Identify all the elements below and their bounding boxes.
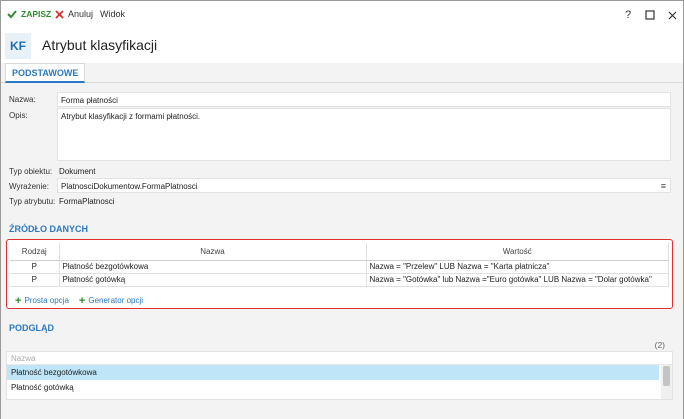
table-row[interactable]: P Płatność gotówką Nazwa = "Gotówka" lub… [10, 273, 669, 287]
column-header-name[interactable]: Nazwa [59, 243, 367, 261]
description-value: Atrybut klasyfikacji z formami płatności… [61, 112, 201, 121]
cell-value: Nazwa = "Gotówka" lub Nazwa ="Euro gotów… [366, 273, 669, 287]
name-label: Nazwa: [9, 95, 36, 104]
view-label: Widok [100, 9, 126, 19]
expression-label: Wyrażenie: [9, 182, 49, 191]
plus-icon: + [15, 294, 22, 307]
add-generator-option-button[interactable]: + Generator opcji [78, 294, 144, 307]
object-badge: KF [5, 33, 31, 59]
cell-name: Płatność bezgotówkowa [59, 260, 367, 274]
attribute-type-value: FormaPlatnosci [59, 197, 115, 206]
close-window-icon [668, 11, 676, 19]
save-button[interactable]: ZAPISZ [7, 7, 51, 21]
tab-basic[interactable]: PODSTAWOWE [5, 63, 86, 83]
expression-value: PlatnosciDokumentow.FormaPlatnosci [61, 182, 198, 191]
cancel-label: Anuluj [68, 9, 94, 19]
close-icon [55, 9, 64, 19]
attribute-type-label: Typ atrybutu: [9, 197, 56, 206]
name-field[interactable]: Forma płatności [57, 92, 671, 107]
data-source-title: ŹRÓDŁO DANYCH [9, 224, 88, 234]
preview-title: PODGLĄD [9, 323, 54, 333]
scrollbar[interactable] [661, 365, 672, 399]
view-menu-button[interactable]: Widok [100, 7, 125, 21]
menu-lines-icon[interactable]: ≡ [661, 181, 666, 191]
preview-list: Nazwa Płatność bezgotówkowa Płatność got… [6, 351, 673, 400]
cell-value: Nazwa = "Przelew" LUB Nazwa = "Karta pła… [366, 260, 669, 274]
data-source-grid: Rodzaj Nazwa Wartość P Płatność bezgotów… [6, 239, 673, 309]
column-header-value[interactable]: Wartość [366, 243, 669, 261]
page-title: Atrybut klasyfikacji [42, 37, 158, 53]
add-generator-option-label: Generator opcji [88, 296, 144, 305]
column-header-kind[interactable]: Rodzaj [10, 243, 60, 261]
close-window-button[interactable] [665, 8, 679, 22]
add-simple-option-label: Prosta opcja [24, 296, 69, 305]
cell-name: Płatność gotówką [59, 273, 367, 287]
grid-actions: + Prosta opcja + Generator opcji [15, 294, 144, 307]
cell-kind: P [10, 260, 60, 274]
cancel-button[interactable]: Anuluj [55, 7, 93, 21]
maximize-icon [645, 10, 655, 20]
form-content: Nazwa: Forma płatności Opis: Atrybut kla… [1, 83, 683, 419]
description-field[interactable]: Atrybut klasyfikacji z formami płatności… [57, 108, 671, 161]
plus-icon: + [78, 294, 86, 307]
preview-column-header[interactable]: Nazwa [7, 352, 672, 365]
name-value: Forma płatności [61, 96, 118, 105]
data-source-table: Rodzaj Nazwa Wartość P Płatność bezgotów… [10, 243, 669, 287]
description-label: Opis: [9, 111, 28, 120]
help-label: ? [624, 9, 632, 21]
cell-kind: P [10, 273, 60, 287]
maximize-button[interactable] [643, 8, 657, 22]
scrollbar-thumb[interactable] [663, 366, 670, 386]
preview-count: (2) [654, 340, 665, 350]
object-type-value: Dokument [59, 167, 96, 176]
table-header-row: Rodzaj Nazwa Wartość [10, 243, 669, 261]
page-header: KF Atrybut klasyfikacji [1, 27, 683, 63]
save-label: ZAPISZ [21, 9, 52, 19]
object-type-label: Typ obiektu: [9, 167, 53, 176]
tab-bar: PODSTAWOWE [1, 63, 683, 83]
help-button[interactable]: ? [621, 8, 635, 22]
table-row[interactable]: P Płatność bezgotówkowa Nazwa = "Przelew… [10, 260, 669, 274]
expression-field[interactable]: PlatnosciDokumentow.FormaPlatnosci ≡ [57, 178, 671, 193]
dialog-window: ZAPISZ Anuluj Widok ? KF Atrybut klasyfi… [0, 0, 684, 419]
checkmark-icon [7, 10, 17, 19]
add-simple-option-button[interactable]: + Prosta opcja [15, 294, 69, 307]
list-item[interactable]: Płatność bezgotówkowa [7, 365, 659, 380]
toolbar: ZAPISZ Anuluj Widok ? [1, 1, 683, 27]
list-item[interactable]: Płatność gotówką [7, 380, 659, 395]
